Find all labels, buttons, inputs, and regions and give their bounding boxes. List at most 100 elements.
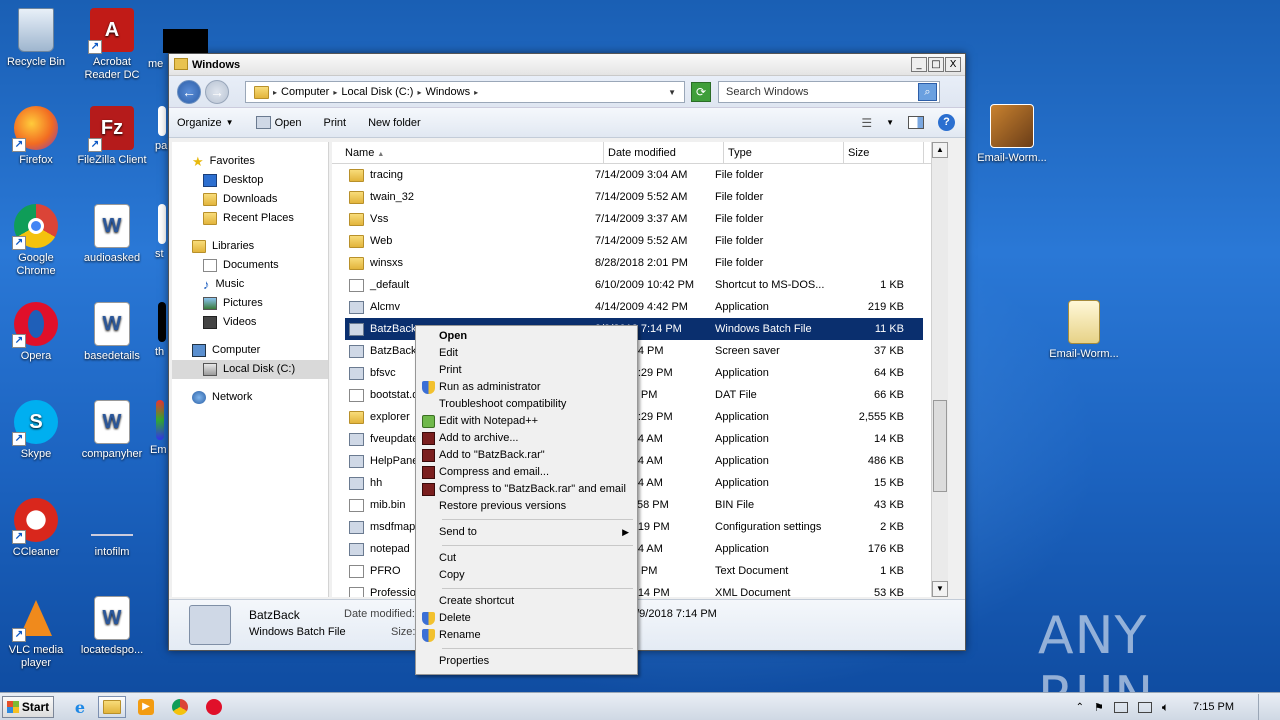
network-tray-icon[interactable] [1113,701,1128,713]
view-options-icon[interactable]: ☰ [861,116,872,130]
column-date-modified[interactable]: Date modified [604,142,724,163]
tray-expand-icon[interactable]: ⌃ [1076,702,1084,713]
open-button[interactable]: Open [255,116,301,129]
breadcrumb-windows[interactable]: Windows [425,86,470,98]
refresh-icon[interactable]: ⟳ [691,82,711,102]
nav-network[interactable]: Network [172,388,328,407]
scrollbar[interactable]: ▲ ▼ [931,142,948,597]
menu-item-add-to-archive[interactable]: Add to archive... [418,430,635,447]
scrollbar-thumb[interactable] [933,400,947,492]
desktop-icon-basedetails[interactable]: W basedetails [74,302,150,363]
menu-item-edit[interactable]: Edit [418,345,635,362]
action-center-icon[interactable]: ⚑ [1094,701,1104,714]
search-input[interactable]: Search Windows ⌕ [718,81,940,103]
print-button[interactable]: Print [323,117,346,129]
chevron-down-icon[interactable]: ▼ [668,88,676,97]
menu-item-add-to-batzback-rar[interactable]: Add to "BatzBack.rar" [418,447,635,464]
menu-item-open[interactable]: Open [418,328,635,345]
help-icon[interactable]: ? [938,114,955,131]
new-folder-button[interactable]: New folder [368,117,421,129]
breadcrumb-local-disk[interactable]: Local Disk (C:) [341,86,413,98]
chevron-right-icon[interactable]: ▸ [333,88,337,97]
search-icon[interactable]: ⌕ [918,83,937,101]
forward-button[interactable]: → [205,80,229,104]
address-bar[interactable]: ▸ Computer ▸ Local Disk (C:) ▸ Windows ▸… [245,81,685,103]
taskbar-chrome[interactable] [166,696,194,718]
taskbar-ie[interactable]: e [66,696,94,718]
column-name[interactable]: Name ▲ [332,142,604,163]
nav-desktop[interactable]: Desktop [172,171,328,190]
show-desktop-button[interactable] [1258,694,1268,720]
nav-favorites[interactable]: ★ Favorites [172,152,328,171]
desktop-icon-skype[interactable]: S ↗ Skype [0,400,74,461]
nav-recent-places[interactable]: Recent Places [172,209,328,228]
menu-item-rename[interactable]: Rename [418,627,635,644]
menu-item-troubleshoot-compatibility[interactable]: Troubleshoot compatibility [418,396,635,413]
file-row[interactable]: Web 7/14/2009 5:52 AM File folder [332,230,923,252]
desktop-icon-audioasked[interactable]: W audioasked [74,204,150,265]
desktop-icon-chrome[interactable]: ↗ Google Chrome [0,204,74,278]
desktop-icon-intofilm[interactable]: intofilm [74,498,150,559]
menu-item-compress-to-batzback-rar-and-email[interactable]: Compress to "BatzBack.rar" and email [418,481,635,498]
nav-pictures[interactable]: Pictures [172,294,328,313]
desktop-icon-filezilla[interactable]: Fz ↗ FileZilla Client [74,106,150,167]
menu-item-print[interactable]: Print [418,362,635,379]
desktop-icon-opera[interactable]: ↗ Opera [0,302,74,363]
taskbar-opera[interactable] [200,696,228,718]
close-button[interactable]: X [945,57,961,72]
desktop-icon-partial-pa[interactable]: pa [155,106,169,153]
organize-button[interactable]: Organize ▼ [177,117,234,129]
menu-item-cut[interactable]: Cut [418,550,635,567]
file-row[interactable]: Vss 7/14/2009 3:37 AM File folder [332,208,923,230]
nav-downloads[interactable]: Downloads [172,190,328,209]
menu-item-run-as-administrator[interactable]: Run as administrator [418,379,635,396]
taskbar-explorer[interactable] [98,696,126,718]
breadcrumb-computer[interactable]: Computer [281,86,329,98]
nav-libraries[interactable]: Libraries [172,237,328,256]
taskbar-media-player[interactable]: ▶ [132,696,160,718]
menu-item-properties[interactable]: Properties [418,653,635,670]
chevron-right-icon[interactable]: ▸ [474,88,478,97]
file-row[interactable]: winsxs 8/28/2018 2:01 PM File folder [332,252,923,274]
file-row[interactable]: Alcmv 4/14/2009 4:42 PM Application 219 KB [332,296,923,318]
file-row[interactable]: _default 6/10/2009 10:42 PM Shortcut to MS… [332,274,923,296]
desktop-icon-partial-em[interactable]: Em [150,400,169,457]
chevron-down-icon[interactable]: ▼ [886,118,894,127]
desktop-icon-email-worm-2[interactable]: Email-Worm... [1046,300,1122,361]
desktop-icon-email-worm-1[interactable]: Email-Worm... [974,104,1050,165]
chevron-right-icon[interactable]: ▸ [417,88,421,97]
menu-item-copy[interactable]: Copy [418,567,635,584]
desktop-icon-firefox[interactable]: ↗ Firefox [0,106,74,167]
desktop-icon-ccleaner[interactable]: ↗ CCleaner [0,498,74,559]
menu-item-edit-with-notepad[interactable]: Edit with Notepad++ [418,413,635,430]
start-button[interactable]: Start [2,696,54,718]
desktop-icon-locatedspo[interactable]: W locatedspo... [74,596,150,657]
back-button[interactable]: ← [177,80,201,104]
column-type[interactable]: Type [724,142,844,163]
scroll-down-icon[interactable]: ▼ [932,581,948,597]
menu-item-create-shortcut[interactable]: Create shortcut [418,593,635,610]
desktop-icon-recycle-bin[interactable]: Recycle Bin [0,8,74,69]
menu-item-compress-and-email[interactable]: Compress and email... [418,464,635,481]
volume-icon[interactable]: 🔈︎ [1162,700,1169,715]
nav-local-disk[interactable]: Local Disk (C:) [172,360,328,379]
desktop-icon-acrobat[interactable]: A ↗ Acrobat Reader DC [74,8,150,82]
maximize-button[interactable]: □ [928,57,944,72]
minimize-button[interactable]: _ [911,57,927,72]
nav-music[interactable]: ♪ Music [172,275,328,294]
desktop-icon-companyher[interactable]: W companyher [74,400,150,461]
file-row[interactable]: tracing 7/14/2009 3:04 AM File folder [332,164,923,186]
nav-videos[interactable]: Videos [172,313,328,332]
clock[interactable]: 7:15 PM [1193,701,1234,713]
desktop-icon-partial-st[interactable]: st [155,204,169,261]
file-row[interactable]: twain_32 7/14/2009 5:52 AM File folder [332,186,923,208]
menu-item-delete[interactable]: Delete [418,610,635,627]
scroll-up-icon[interactable]: ▲ [932,142,948,158]
menu-item-send-to[interactable]: Send to ▶ [418,524,635,541]
desktop-icon-vlc[interactable]: ↗ VLC media player [0,596,74,670]
display-tray-icon[interactable] [1137,701,1152,713]
column-size[interactable]: Size [844,142,924,163]
nav-documents[interactable]: Documents [172,256,328,275]
title-bar[interactable]: Windows _ □ X [169,54,965,76]
nav-computer[interactable]: Computer [172,341,328,360]
